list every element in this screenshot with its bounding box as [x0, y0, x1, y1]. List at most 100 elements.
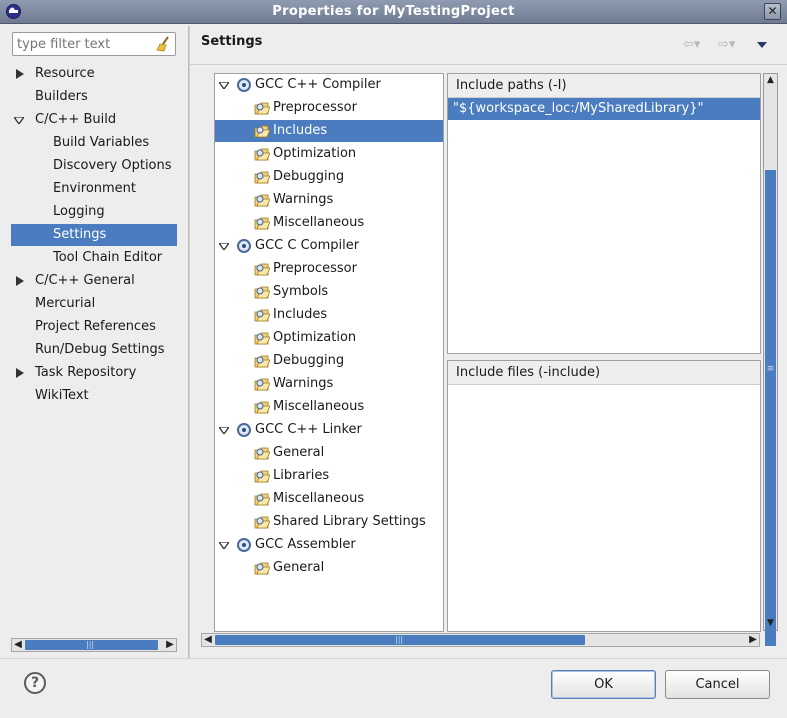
- include-files-list[interactable]: Include files (-include): [447, 360, 761, 632]
- left-panel-sash[interactable]: [188, 26, 190, 658]
- option-node[interactable]: Symbols: [215, 281, 443, 303]
- sidebar-item[interactable]: WikiText: [11, 385, 177, 407]
- scroll-left-arrow-icon[interactable]: ◀: [12, 639, 24, 651]
- options-vscrollbar[interactable]: ▲ ≡ ▼: [763, 73, 778, 646]
- cancel-button[interactable]: Cancel: [665, 670, 770, 699]
- sidebar-item-label: Task Repository: [35, 365, 137, 380]
- collapse-arrow-icon[interactable]: [219, 427, 229, 434]
- option-label: Includes: [273, 123, 328, 138]
- tool-node[interactable]: GCC C Compiler: [215, 235, 443, 257]
- option-label: Debugging: [273, 353, 345, 368]
- sidebar-item-label: WikiText: [35, 388, 89, 403]
- option-category-icon: [254, 125, 270, 138]
- collapse-arrow-icon[interactable]: [219, 542, 229, 549]
- option-node[interactable]: Miscellaneous: [215, 488, 443, 510]
- option-node[interactable]: Preprocessor: [215, 97, 443, 119]
- expand-arrow-icon[interactable]: [16, 368, 24, 378]
- sidebar-item[interactable]: Logging: [11, 201, 177, 223]
- sidebar-item[interactable]: Build Variables: [11, 132, 177, 154]
- option-node[interactable]: Preprocessor: [215, 258, 443, 280]
- option-label: Includes: [273, 307, 328, 322]
- option-node[interactable]: Debugging: [215, 350, 443, 372]
- close-window-button[interactable]: ✕: [764, 3, 781, 20]
- option-node[interactable]: General: [215, 442, 443, 464]
- sidebar-item[interactable]: Task Repository: [11, 362, 177, 384]
- option-node[interactable]: Includes: [215, 120, 443, 142]
- option-label: Warnings: [273, 376, 334, 391]
- collapse-arrow-icon[interactable]: [14, 117, 24, 124]
- option-label: Warnings: [273, 192, 334, 207]
- sidebar-item[interactable]: Project References: [11, 316, 177, 338]
- window-titlebar: Properties for MyTestingProject ✕: [0, 0, 787, 24]
- sidebar-item[interactable]: Tool Chain Editor: [11, 247, 177, 269]
- sidebar-item-label: Resource: [35, 66, 95, 81]
- scroll-left-arrow-icon[interactable]: ◀: [202, 634, 214, 646]
- window-title: Properties for MyTestingProject: [272, 4, 515, 19]
- forward-arrow-icon[interactable]: ⇨▾: [718, 37, 735, 52]
- include-paths-header: Include paths (-I): [448, 74, 760, 98]
- sidebar-item[interactable]: Environment: [11, 178, 177, 200]
- page-title: Settings: [201, 34, 263, 49]
- tool-node[interactable]: GCC Assembler: [215, 534, 443, 556]
- sidebar-item[interactable]: Run/Debug Settings: [11, 339, 177, 361]
- tool-label: GCC Assembler: [255, 537, 356, 552]
- sidebar-item-label: Build Variables: [53, 135, 150, 150]
- header-divider: [190, 64, 787, 65]
- option-category-icon: [254, 263, 270, 276]
- tool-node[interactable]: GCC C++ Compiler: [215, 74, 443, 96]
- scroll-up-arrow-icon[interactable]: ▲: [764, 74, 777, 87]
- filter-input[interactable]: [17, 34, 153, 54]
- sidebar-item[interactable]: Builders: [11, 86, 177, 108]
- scroll-down-arrow-icon[interactable]: ▼: [764, 617, 777, 630]
- option-category-icon: [254, 194, 270, 207]
- gear-icon: [237, 239, 251, 253]
- option-node[interactable]: Optimization: [215, 143, 443, 165]
- scroll-right-arrow-icon[interactable]: ▶: [164, 639, 176, 651]
- help-icon[interactable]: ?: [24, 672, 46, 694]
- option-node[interactable]: Includes: [215, 304, 443, 326]
- scroll-right-arrow-icon[interactable]: ▶: [747, 634, 759, 646]
- list-item[interactable]: "${workspace_loc:/MySharedLibrary}": [448, 98, 760, 120]
- back-arrow-icon[interactable]: ⇦▾: [683, 37, 700, 52]
- option-label: Miscellaneous: [273, 399, 365, 414]
- option-node[interactable]: Debugging: [215, 166, 443, 188]
- scrollbar-thumb[interactable]: [765, 170, 776, 646]
- expand-arrow-icon[interactable]: [16, 276, 24, 286]
- collapse-arrow-icon[interactable]: [219, 243, 229, 250]
- collapse-arrow-icon[interactable]: [219, 82, 229, 89]
- option-node[interactable]: Warnings: [215, 189, 443, 211]
- filter-field[interactable]: [12, 32, 176, 56]
- sidebar-item-label: C/C++ Build: [35, 112, 117, 127]
- option-category-icon: [254, 355, 270, 368]
- option-node[interactable]: General: [215, 557, 443, 579]
- sidebar-item[interactable]: C/C++ Build: [11, 109, 177, 131]
- ok-button[interactable]: OK: [551, 670, 656, 699]
- option-category-icon: [254, 378, 270, 391]
- tool-node[interactable]: GCC C++ Linker: [215, 419, 443, 441]
- left-tree-hscrollbar[interactable]: ◀ ||| ▶: [11, 638, 177, 652]
- sidebar-item[interactable]: Resource: [11, 63, 177, 85]
- option-node[interactable]: Warnings: [215, 373, 443, 395]
- option-category-icon: [254, 493, 270, 506]
- sidebar-item[interactable]: Settings: [11, 224, 177, 246]
- clear-filter-icon[interactable]: [155, 36, 171, 52]
- option-node[interactable]: Shared Library Settings: [215, 511, 443, 533]
- option-node[interactable]: Libraries: [215, 465, 443, 487]
- option-label: General: [273, 445, 325, 460]
- view-menu-icon[interactable]: [757, 42, 767, 48]
- option-node[interactable]: Miscellaneous: [215, 212, 443, 234]
- sidebar-item[interactable]: Discovery Options: [11, 155, 177, 177]
- option-category-icon: [254, 286, 270, 299]
- sidebar-item-label: Settings: [53, 227, 107, 242]
- content-hscrollbar[interactable]: ◀ ||| ▶: [201, 633, 760, 647]
- expand-arrow-icon[interactable]: [16, 69, 24, 79]
- sidebar-item[interactable]: Mercurial: [11, 293, 177, 315]
- gear-icon: [237, 78, 251, 92]
- include-paths-list[interactable]: Include paths (-I) "${workspace_loc:/MyS…: [447, 73, 761, 354]
- option-label: Symbols: [273, 284, 329, 299]
- option-node[interactable]: Optimization: [215, 327, 443, 349]
- sidebar-item[interactable]: C/C++ General: [11, 270, 177, 292]
- grip-icon: |||: [395, 635, 404, 644]
- option-node[interactable]: Miscellaneous: [215, 396, 443, 418]
- gear-icon: [237, 538, 251, 552]
